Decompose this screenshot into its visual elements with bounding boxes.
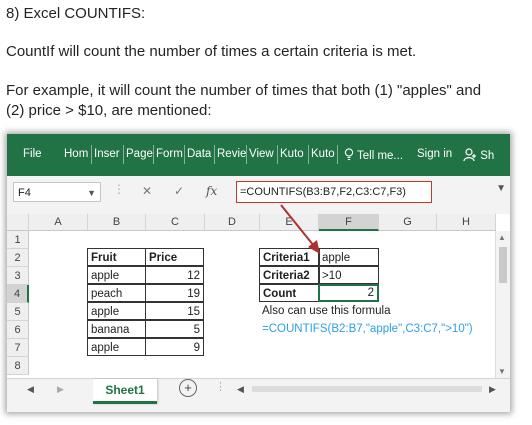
table-cell[interactable]: apple <box>87 338 146 356</box>
cancel-icon[interactable]: ✕ <box>142 184 152 198</box>
sheet-tab-bar: ◀ ▶ Sheet1 + ⋮ ◀ ▶ <box>7 378 510 412</box>
hscroll-right-icon[interactable]: ▶ <box>489 384 496 395</box>
column-header[interactable]: B <box>88 214 146 231</box>
scroll-right-icon[interactable]: ▶ <box>57 384 64 395</box>
count-result-cell[interactable]: 2 <box>318 284 379 302</box>
row-header[interactable]: 1 <box>7 231 29 249</box>
expand-formula-icon[interactable]: ▼ <box>496 183 506 194</box>
table-header-cell[interactable]: Price <box>145 248 204 266</box>
sheet-tab-sheet1[interactable]: Sheet1 <box>93 379 157 404</box>
name-box-value: F4 <box>18 187 31 199</box>
table-cell[interactable]: 5 <box>145 320 204 338</box>
article-example-line2: (2) price > $10, are mentioned: <box>6 102 212 119</box>
alternative-formula[interactable]: =COUNTIFS(B2:B7,"apple",C3:C7,">10") <box>259 320 476 338</box>
column-header[interactable]: G <box>379 214 437 231</box>
criteria-value-cell[interactable]: >10 <box>318 266 379 284</box>
row-header[interactable]: 8 <box>7 357 29 375</box>
table-cell[interactable]: apple <box>87 302 146 320</box>
hscroll-left-icon[interactable]: ◀ <box>237 384 244 395</box>
enter-check-icon[interactable]: ✓ <box>174 184 184 198</box>
table-cell[interactable]: 12 <box>145 266 204 284</box>
row-header[interactable]: 2 <box>7 249 29 267</box>
ribbon-divider <box>337 145 338 164</box>
table-cell[interactable]: 19 <box>145 284 204 302</box>
tab-kutools-plus[interactable]: Kuto <box>311 148 335 160</box>
lightbulb-icon <box>344 148 354 161</box>
annotation-arrow-icon <box>280 204 320 254</box>
tab-home[interactable]: Hom <box>64 148 88 160</box>
formula-bar: F4 ▼ ⋮ ✕ ✓ fx =COUNTIFS(B3:B7,F2,C3:C7,F… <box>7 176 510 215</box>
column-header[interactable]: H <box>437 214 496 231</box>
table-cell[interactable]: peach <box>87 284 146 302</box>
article-heading: 8) Excel COUNTIFS: <box>6 5 146 22</box>
more-options-icon: ⋮ <box>113 182 125 196</box>
worksheet-grid[interactable]: A B C D E F G H 1 2 3 4 5 6 7 8 Fruit Pr… <box>7 204 510 378</box>
ribbon-divider <box>246 145 247 164</box>
tell-me-box[interactable]: Tell me... <box>344 148 403 162</box>
row-header-selected[interactable]: 4 <box>7 285 29 303</box>
ribbon-divider <box>277 145 278 164</box>
share-button[interactable]: Sh <box>463 148 494 162</box>
table-cell[interactable]: 9 <box>145 338 204 356</box>
table-cell[interactable]: 15 <box>145 302 204 320</box>
table-header-cell[interactable]: Fruit <box>87 248 146 266</box>
ribbon-divider <box>91 145 92 164</box>
tab-data[interactable]: Data <box>187 148 211 160</box>
scrollbar-thumb[interactable] <box>499 247 507 283</box>
criteria-label-cell[interactable]: Criteria2 <box>259 266 320 284</box>
tab-kutools[interactable]: Kuto <box>280 148 304 160</box>
ribbon-divider <box>123 145 124 164</box>
ribbon-divider <box>308 145 309 164</box>
vertical-scrollbar[interactable]: ▲ ▼ <box>495 231 510 378</box>
count-label-cell[interactable]: Count <box>259 284 320 302</box>
table-cell[interactable]: apple <box>87 266 146 284</box>
row-header[interactable]: 7 <box>7 339 29 357</box>
ribbon-divider <box>153 145 154 164</box>
article-example-line1: For example, it will count the number of… <box>6 82 482 99</box>
table-cell[interactable]: banana <box>87 320 146 338</box>
tell-me-label: Tell me... <box>357 150 404 162</box>
ribbon: File Hom Inser Page Form Data Revie View… <box>7 134 510 176</box>
article-intro: CountIf will count the number of times a… <box>6 43 417 60</box>
insert-function-icon[interactable]: fx <box>206 184 217 198</box>
formula-note[interactable]: Also can use this formula <box>259 302 393 320</box>
ribbon-divider <box>214 145 215 164</box>
column-header[interactable]: C <box>146 214 205 231</box>
tab-insert[interactable]: Inser <box>94 148 120 160</box>
row-header[interactable]: 6 <box>7 321 29 339</box>
sign-in-link[interactable]: Sign in <box>417 148 452 160</box>
formula-input[interactable]: =COUNTIFS(B3:B7,F2,C3:C7,F3) <box>236 181 432 203</box>
column-header[interactable]: A <box>29 214 88 231</box>
more-options-icon: ⋮ <box>215 381 226 393</box>
scroll-left-icon[interactable]: ◀ <box>27 384 34 395</box>
tab-file[interactable]: File <box>23 148 42 160</box>
share-label: Sh <box>480 150 495 162</box>
tab-view[interactable]: View <box>249 148 274 160</box>
tab-page-layout[interactable]: Page <box>126 148 153 160</box>
name-box[interactable]: F4 ▼ <box>13 182 101 202</box>
tab-review[interactable]: Revie <box>217 148 246 160</box>
add-sheet-button[interactable]: + <box>179 379 197 397</box>
select-all-corner[interactable] <box>7 214 29 231</box>
row-header[interactable]: 5 <box>7 303 29 321</box>
tab-formulas[interactable]: Form <box>156 148 183 160</box>
row-header[interactable]: 3 <box>7 267 29 285</box>
horizontal-scrollbar[interactable] <box>252 386 482 392</box>
scroll-up-icon[interactable]: ▲ <box>498 233 506 242</box>
ribbon-divider <box>184 145 185 164</box>
person-icon <box>463 148 476 162</box>
chevron-down-icon[interactable]: ▼ <box>87 183 96 203</box>
scroll-down-icon[interactable]: ▼ <box>498 367 506 376</box>
column-header[interactable]: D <box>205 214 260 231</box>
excel-screenshot: File Hom Inser Page Form Data Revie View… <box>7 134 510 412</box>
